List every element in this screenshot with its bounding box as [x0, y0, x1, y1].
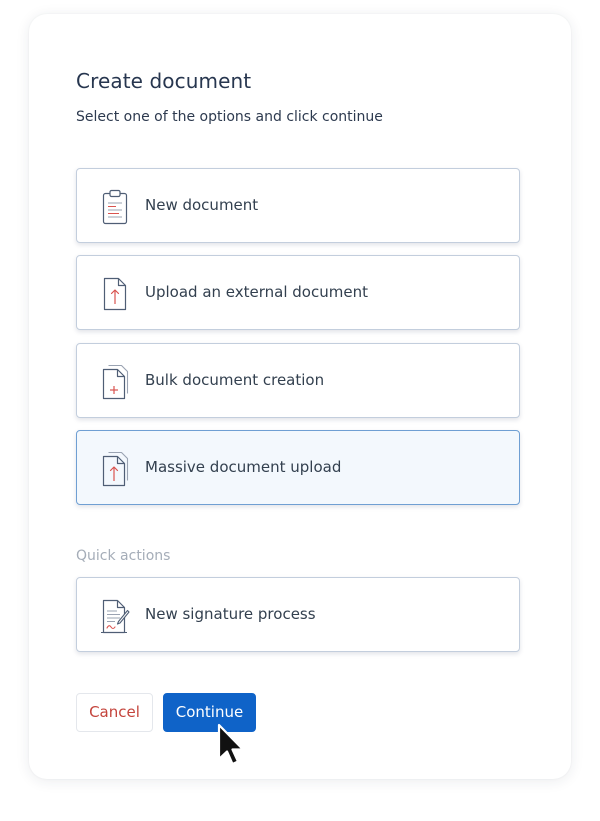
- option-label: Massive document upload: [145, 458, 342, 476]
- option-bulk-document-creation[interactable]: Bulk document creation: [76, 343, 520, 418]
- option-massive-document-upload[interactable]: Massive document upload: [76, 430, 520, 505]
- multiple-upload-document-icon: [100, 450, 130, 488]
- page: Create document Select one of the option…: [0, 0, 600, 821]
- quick-actions-heading: Quick actions: [76, 548, 171, 564]
- bulk-document-plus-icon: [100, 363, 130, 401]
- continue-button[interactable]: Continue: [163, 693, 256, 732]
- quick-action-label: New signature process: [145, 605, 316, 623]
- option-label: New document: [145, 196, 259, 214]
- clipboard-document-icon: [100, 188, 130, 226]
- dialog-title: Create document: [76, 69, 252, 93]
- option-label: Bulk document creation: [145, 371, 325, 389]
- quick-action-new-signature-process[interactable]: New signature process: [76, 577, 520, 652]
- upload-document-icon: [100, 275, 130, 313]
- signature-document-icon: [100, 597, 130, 635]
- option-upload-external-document[interactable]: Upload an external document: [76, 255, 520, 330]
- dialog-subtitle: Select one of the options and click cont…: [76, 109, 383, 125]
- option-label: Upload an external document: [145, 283, 368, 301]
- option-new-document[interactable]: New document: [76, 168, 520, 243]
- cancel-button[interactable]: Cancel: [76, 693, 153, 732]
